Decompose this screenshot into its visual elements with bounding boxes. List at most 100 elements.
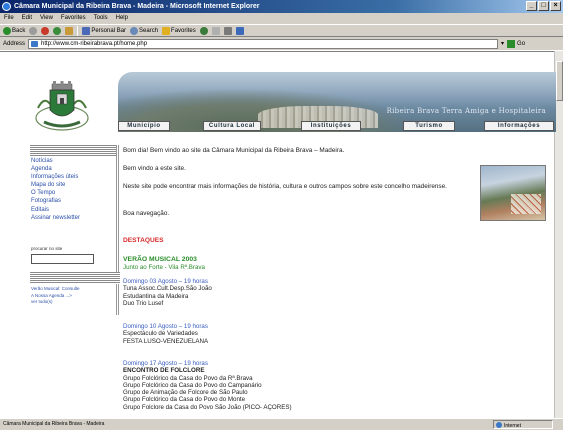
municipal-crest-logo[interactable] <box>30 78 94 134</box>
maximize-button[interactable]: □ <box>538 1 549 11</box>
forward-arrow-icon <box>29 26 38 35</box>
personal-bar-button[interactable]: Personal Bar <box>82 26 127 35</box>
event-line: Grupo Folclórico da Casa do Povo do Camp… <box>123 381 262 389</box>
refresh-icon <box>53 26 62 35</box>
internet-explorer-icon <box>2 2 11 11</box>
sidebar-menu: Notícias Agenda Informações úteis Mapa d… <box>31 157 113 222</box>
highlights-heading: DESTAQUES <box>123 237 164 244</box>
window-titlebar: Câmara Municipal da Ribeira Brava - Made… <box>0 0 563 13</box>
sidebar-item-editais[interactable]: Editais <box>31 206 113 214</box>
menu-edit[interactable]: Edit <box>22 13 32 24</box>
sidebar-vertical-divider <box>116 145 120 315</box>
address-dropdown-icon[interactable]: ▾ <box>501 40 504 47</box>
sidebar-item-assinar-newsletter[interactable]: Assinar newsletter <box>31 214 113 222</box>
stop-icon <box>41 26 50 35</box>
event-line: Tuna Assoc.Cult.Desp.São João <box>123 285 212 293</box>
toolbar-separator <box>77 25 79 36</box>
edit-icon <box>235 26 244 35</box>
event-line: Duo Trio Lusef <box>123 299 164 307</box>
event-line: Grupo de Animação de Folcore de São Paul… <box>123 389 248 397</box>
event-line: Grupo Folclórico da Casa do Povo da Rª.B… <box>123 374 253 382</box>
event-date[interactable]: Domingo 17 Agosto – 19 horas <box>123 360 292 367</box>
security-zone: Internet <box>493 420 553 429</box>
menu-help[interactable]: Help <box>116 13 128 24</box>
sidebar-item-o-tempo[interactable]: O Tempo <box>31 189 113 197</box>
sidebar-item-mapa-do-site[interactable]: Mapa do site <box>31 181 113 189</box>
back-label: Back <box>12 27 26 34</box>
nav-turismo[interactable]: Turismo <box>403 121 455 131</box>
print-icon <box>223 26 232 35</box>
mail-button[interactable] <box>211 26 220 35</box>
go-arrow-icon <box>507 39 516 48</box>
search-button[interactable]: Search <box>130 26 159 35</box>
menubar: File Edit View Favorites Tools Help <box>0 13 563 24</box>
greeting-text: Bom dia! Bem vindo ao site da Câmara Mun… <box>123 147 345 154</box>
event-title[interactable]: VERÃO MUSICAL 2003 <box>123 256 197 263</box>
event-line: Grupo Folclore da Casa do Povo São João … <box>123 403 292 411</box>
go-label: Go <box>517 40 526 47</box>
address-label: Address <box>3 40 26 47</box>
minimize-button[interactable]: _ <box>526 1 537 11</box>
back-arrow-icon <box>3 26 11 35</box>
close-button[interactable]: × <box>550 1 561 11</box>
event-subtitle: Junto ao Forte - Vila Rª.Brava <box>123 264 205 271</box>
history-button[interactable] <box>199 26 208 35</box>
favorites-button[interactable]: Favorites <box>162 26 196 35</box>
sidebar-item-noticias[interactable]: Notícias <box>31 157 113 165</box>
menu-tools[interactable]: Tools <box>94 13 108 24</box>
ticker-item[interactable]: ver todo(s) <box>31 299 113 306</box>
event-block: Domingo 10 Agosto – 19 horas Espectáculo… <box>123 323 208 345</box>
scrollbar-thumb[interactable] <box>556 61 563 101</box>
status-bar: Câmara Municipal da Ribeira Brava - Made… <box>0 418 563 430</box>
address-bar: Address http://www.cm-ribeirabrava.pt/ho… <box>0 37 563 50</box>
print-button[interactable] <box>223 26 232 35</box>
home-button[interactable] <box>65 26 74 35</box>
personal-bar-icon <box>82 26 91 35</box>
favorites-icon <box>162 26 171 35</box>
event-line: FESTA LUSO-VENEZUELANA <box>123 337 209 345</box>
stop-button[interactable] <box>41 26 50 35</box>
banner-slogan: Ribeira Brava Terra Amiga e Hospitaleira <box>386 107 546 115</box>
welcome-text: Bem vindo a este site. <box>123 165 186 172</box>
coastal-town-photo <box>480 165 546 221</box>
menu-favorites[interactable]: Favorites <box>61 13 86 24</box>
site-search-input[interactable] <box>31 254 94 264</box>
back-button[interactable]: Back <box>3 26 26 35</box>
status-text: Câmara Municipal da Ribeira Brava - Made… <box>3 421 105 427</box>
nav-municipio[interactable]: Município <box>118 121 170 131</box>
event-date[interactable]: Domingo 03 Agosto – 19 horas <box>123 278 212 285</box>
sidebar-item-informacoes-uteis[interactable]: Informações úteis <box>31 173 113 181</box>
nav-instituicoes[interactable]: Instituições <box>301 121 361 131</box>
event-line: Estudantina da Madeira <box>123 292 189 300</box>
site-search-label: procurar no site <box>31 246 63 251</box>
sidebar-item-fotografias[interactable]: Fotografias <box>31 197 113 205</box>
forward-button[interactable] <box>29 26 38 35</box>
edit-button[interactable] <box>235 26 244 35</box>
window-controls: _ □ × <box>526 1 561 11</box>
event-line: Grupo Folclórico da Casa do Povo do Mont… <box>123 396 246 404</box>
event-date[interactable]: Domingo 10 Agosto – 19 horas <box>123 323 208 330</box>
menu-file[interactable]: File <box>4 13 14 24</box>
nav-cultura-local[interactable]: Cultura Local <box>203 121 261 131</box>
event-block: Domingo 03 Agosto – 19 horas Tuna Assoc.… <box>123 278 212 307</box>
photo-houses <box>511 194 541 214</box>
info-text: Neste site pode encontrar mais informaçõ… <box>123 183 447 190</box>
search-label: Search <box>139 27 159 34</box>
home-icon <box>65 26 74 35</box>
url-input[interactable]: http://www.cm-ribeirabrava.pt/home.php <box>28 38 499 49</box>
event-block: Domingo 17 Agosto – 19 horas ENCONTRO DE… <box>123 360 292 411</box>
menu-view[interactable]: View <box>40 13 53 24</box>
event-line: Espectáculo de Variedades <box>123 330 198 338</box>
refresh-button[interactable] <box>53 26 62 35</box>
event-lead: ENCONTRO DE FOLCLORE <box>123 367 205 375</box>
browser-toolbar: Back Personal Bar Search Favorites <box>0 24 563 37</box>
sidebar-item-agenda[interactable]: Agenda <box>31 165 113 173</box>
personal-bar-label: Personal Bar <box>91 27 127 34</box>
go-button[interactable]: Go <box>507 39 526 48</box>
window-title: Câmara Municipal da Ribeira Brava - Made… <box>14 3 260 10</box>
farewell-text: Boa navegação. <box>123 210 170 217</box>
mail-icon <box>211 26 220 35</box>
search-icon <box>130 26 139 35</box>
nav-informacoes[interactable]: Informações <box>484 121 554 131</box>
history-icon <box>199 26 208 35</box>
